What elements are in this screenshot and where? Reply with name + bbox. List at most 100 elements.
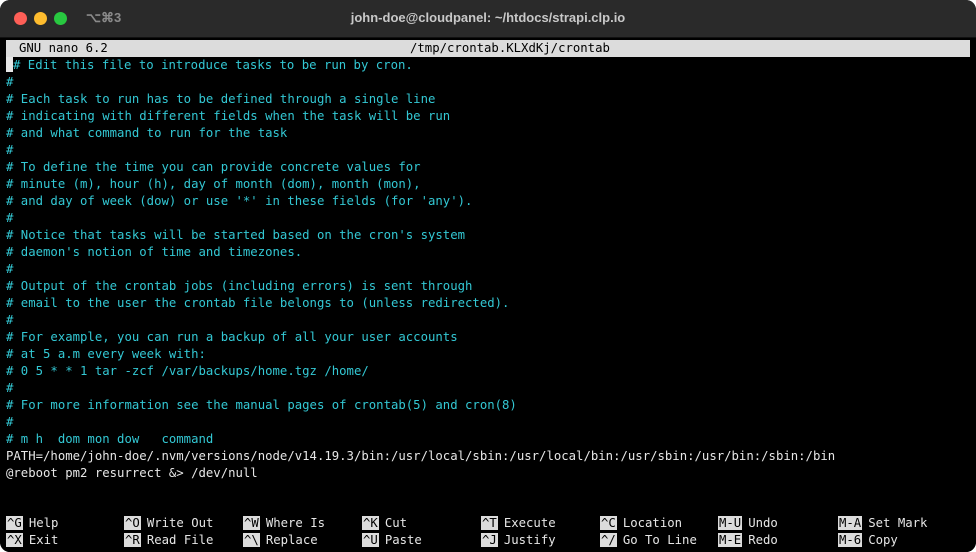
comment-line[interactable]: # and what command to run for the task <box>6 125 970 142</box>
shortcut-key: ^W <box>243 516 260 530</box>
shortcut-key: ^T <box>481 516 498 530</box>
terminal-area[interactable]: GNU nano 6.2 /tmp/crontab.KLXdKj/crontab… <box>0 38 976 552</box>
line-text: # For example, you can run a backup of a… <box>6 330 458 344</box>
shortcut-key: ^R <box>124 533 141 547</box>
comment-line[interactable]: # <box>6 74 970 91</box>
line-text: # indicating with different fields when … <box>6 109 451 123</box>
shortcut-label: Copy <box>868 533 898 547</box>
line-text: # and what command to run for the task <box>6 126 288 140</box>
comment-line[interactable]: # and day of week (dow) or use '*' in th… <box>6 193 970 210</box>
shortcut-help[interactable]: ^G Help <box>6 515 58 532</box>
shortcut-location[interactable]: ^C Location <box>600 515 682 532</box>
comment-line[interactable]: # <box>6 210 970 227</box>
shortcut-cut[interactable]: ^K Cut <box>362 515 407 532</box>
comment-line[interactable]: # Each task to run has to be defined thr… <box>6 91 970 108</box>
shortcut-label: Read File <box>146 533 214 547</box>
comment-line[interactable]: # Output of the crontab jobs (including … <box>6 278 970 295</box>
comment-line[interactable]: # 0 5 * * 1 tar -zcf /var/backups/home.t… <box>6 363 970 380</box>
line-text: # <box>6 415 14 429</box>
shortcut-execute[interactable]: ^T Execute <box>481 515 556 532</box>
editor-buffer[interactable]: # Edit this file to introduce tasks to b… <box>6 57 970 482</box>
shortcut-label: Undo <box>748 516 778 530</box>
line-text: # <box>6 75 14 89</box>
shortcut-justify[interactable]: ^J Justify <box>481 532 556 549</box>
code-line[interactable]: PATH=/home/john-doe/.nvm/versions/node/v… <box>6 448 970 465</box>
shortcut-key: ^G <box>6 516 23 530</box>
shortcut-label: Justify <box>503 533 556 547</box>
line-text: # minute (m), hour (h), day of month (do… <box>6 177 421 191</box>
shortcut-redo[interactable]: M-E Redo <box>718 532 778 549</box>
comment-line[interactable]: # at 5 a.m every week with: <box>6 346 970 363</box>
line-text: # <box>6 381 14 395</box>
shortcut-key: M-U <box>718 516 743 530</box>
comment-line[interactable]: # daemon's notion of time and timezones. <box>6 244 970 261</box>
shortcut-read-file[interactable]: ^R Read File <box>124 532 213 549</box>
line-text: # <box>6 211 14 225</box>
shortcut-replace[interactable]: ^\ Replace <box>243 532 318 549</box>
shortcut-key: ^C <box>600 516 617 530</box>
line-text: # daemon's notion of time and timezones. <box>6 245 303 259</box>
shortcut-label: Paste <box>384 533 422 547</box>
shortcut-go-to-line[interactable]: ^/ Go To Line <box>600 532 697 549</box>
code-line[interactable]: @reboot pm2 resurrect &> /dev/null <box>6 465 970 482</box>
comment-line[interactable]: # <box>6 261 970 278</box>
line-text: PATH=/home/john-doe/.nvm/versions/node/v… <box>6 449 836 463</box>
comment-line[interactable]: # <box>6 380 970 397</box>
shortcut-copy[interactable]: M-6 Copy <box>838 532 898 549</box>
shortcut-label: Location <box>622 516 683 530</box>
line-text: # Output of the crontab jobs (including … <box>6 279 473 293</box>
line-text: # <box>6 313 14 327</box>
shortcut-undo[interactable]: M-U Undo <box>718 515 778 532</box>
comment-line[interactable]: # <box>6 414 970 431</box>
shortcut-write-out[interactable]: ^O Write Out <box>124 515 213 532</box>
line-text: # m h dom mon dow command <box>6 432 214 446</box>
title-bar: ⌥⌘3 john-doe@cloudpanel: ~/htdocs/strapi… <box>0 0 976 38</box>
line-text: # Edit this file to introduce tasks to b… <box>13 58 413 72</box>
nano-shortcut-bar: ^G Help ^X Exit ^O Write Out ^R Read File ^W Wher… <box>6 515 970 549</box>
shortcut-key: ^\ <box>243 533 260 547</box>
shortcut-where-is[interactable]: ^W Where Is <box>243 515 325 532</box>
shortcut-key: ^/ <box>600 533 617 547</box>
shortcut-paste[interactable]: ^U Paste <box>362 532 422 549</box>
shortcut-label: Redo <box>748 533 778 547</box>
comment-line[interactable]: # For example, you can run a backup of a… <box>6 329 970 346</box>
shortcut-key: ^X <box>6 533 23 547</box>
line-text: @reboot pm2 resurrect &> /dev/null <box>6 466 258 480</box>
shortcut-set-mark[interactable]: M-A Set Mark <box>838 515 927 532</box>
comment-line[interactable]: # <box>6 312 970 329</box>
comment-line[interactable]: # minute (m), hour (h), day of month (do… <box>6 176 970 193</box>
shortcut-label: Cut <box>384 516 408 530</box>
comment-line[interactable]: # For more information see the manual pa… <box>6 397 970 414</box>
window-title: john-doe@cloudpanel: ~/htdocs/strapi.clp… <box>350 10 626 25</box>
terminal-window: ⌥⌘3 john-doe@cloudpanel: ~/htdocs/strapi… <box>0 0 976 552</box>
comment-line[interactable]: # To define the time you can provide con… <box>6 159 970 176</box>
line-text: # email to the user the crontab file bel… <box>6 296 510 310</box>
shortcut-label: Go To Line <box>622 533 697 547</box>
line-text: # 0 5 * * 1 tar -zcf /var/backups/home.t… <box>6 364 369 378</box>
shortcut-label: Write Out <box>146 516 214 530</box>
comment-line[interactable]: # m h dom mon dow command <box>6 431 970 448</box>
line-text: # <box>6 262 14 276</box>
comment-line[interactable]: # indicating with different fields when … <box>6 108 970 125</box>
nano-version: GNU nano 6.2 <box>19 41 108 55</box>
nano-header-bar: GNU nano 6.2 /tmp/crontab.KLXdKj/crontab <box>6 40 970 57</box>
shortcut-exit[interactable]: ^X Exit <box>6 532 58 549</box>
line-text: # Notice that tasks will be started base… <box>6 228 466 242</box>
shortcut-label: Execute <box>503 516 556 530</box>
shortcut-label: Where Is <box>265 516 326 530</box>
shortcut-label: Set Mark <box>868 516 928 530</box>
shortcut-key: ^O <box>124 516 141 530</box>
comment-line[interactable]: # <box>6 142 970 159</box>
comment-line[interactable]: # email to the user the crontab file bel… <box>6 295 970 312</box>
comment-line[interactable]: # Notice that tasks will be started base… <box>6 227 970 244</box>
line-text: # For more information see the manual pa… <box>6 398 517 412</box>
shortcut-label: Replace <box>265 533 318 547</box>
shortcut-key: M-6 <box>838 533 863 547</box>
shortcut-key: ^K <box>362 516 379 530</box>
comment-line[interactable]: # Edit this file to introduce tasks to b… <box>6 57 970 74</box>
shortcut-key: ^J <box>481 533 498 547</box>
nano-file-path: /tmp/crontab.KLXdKj/crontab <box>410 41 610 55</box>
line-text: # at 5 a.m every week with: <box>6 347 206 361</box>
line-text: # and day of week (dow) or use '*' in th… <box>6 194 473 208</box>
line-text: # Each task to run has to be defined thr… <box>6 92 436 106</box>
